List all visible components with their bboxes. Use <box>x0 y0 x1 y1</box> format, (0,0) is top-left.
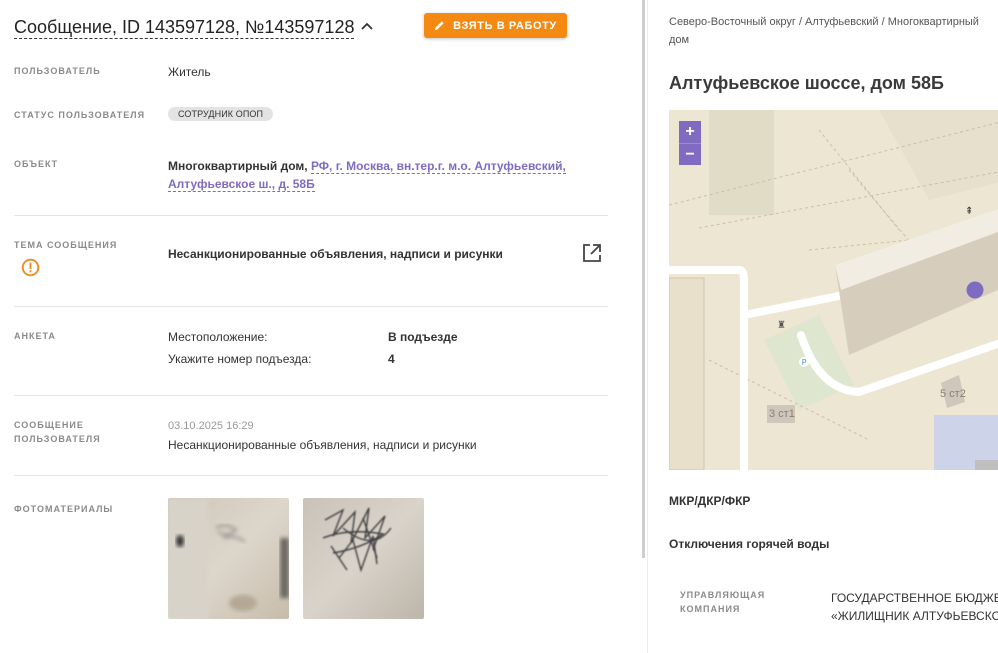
divider <box>14 395 608 396</box>
object-panel: Северо-Восточный округ / Алтуфьевский / … <box>648 0 998 653</box>
photo-thumbnail[interactable] <box>303 498 424 619</box>
zoom-in-button[interactable]: + <box>679 121 701 143</box>
object-type: Многоквартирный дом, <box>168 159 308 173</box>
warning-icon <box>21 258 40 277</box>
topic-value: Несанкционированные объявления, надписи … <box>168 247 503 261</box>
survey-answer: В подъезде <box>388 330 458 344</box>
survey-question: Укажите номер подъезда: <box>168 352 312 366</box>
status-badge: СОТРУДНИК ОПОП <box>168 107 274 121</box>
take-to-work-button[interactable]: ВЗЯТЬ В РАБОТУ <box>424 13 567 38</box>
breadcrumb[interactable]: Северо-Восточный округ / Алтуфьевский / … <box>669 13 989 49</box>
hot-water-item[interactable]: Отключения горячей воды <box>669 537 829 551</box>
photos-label: ФОТОМАТЕРИАЛЫ <box>14 504 114 514</box>
user-message-date: 03.10.2025 16:29 <box>168 420 254 432</box>
company-value-line2: «ЖИЛИЩНИК АЛТУФЬЕВСКО <box>831 609 998 623</box>
map[interactable]: ⇞ P ♜ 5 ст2 3 ст1 + − <box>669 110 998 470</box>
object-label: ОБЪЕКТ <box>14 159 59 169</box>
parking-icon: P <box>802 358 807 367</box>
divider <box>14 215 608 216</box>
survey-question: Местоположение: <box>168 330 268 344</box>
external-link-icon[interactable] <box>582 243 602 263</box>
user-message-label: СООБЩЕНИЕ ПОЛЬЗОВАТЕЛЯ <box>14 420 101 444</box>
user-value: Житель <box>168 65 211 79</box>
message-title[interactable]: Сообщение, ID 143597128, №143597128 <box>14 16 355 39</box>
photo-thumbnail[interactable] <box>168 498 289 619</box>
take-to-work-label: ВЗЯТЬ В РАБОТУ <box>453 19 557 32</box>
zoom-out-button[interactable]: − <box>679 143 701 165</box>
map-building-label: 5 ст2 <box>940 388 966 400</box>
user-message-text: Несанкционированные объявления, надписи … <box>168 438 477 452</box>
map-building-label: 3 ст1 <box>769 408 795 420</box>
company-value-line1: ГОСУДАРСТВЕННОЕ БЮДЖЕ <box>831 591 998 605</box>
divider <box>14 475 608 476</box>
panel-resize-handle[interactable] <box>642 0 645 558</box>
object-value: Многоквартирный дом, РФ, г. Москва, вн.т… <box>168 157 588 193</box>
chevron-up-icon[interactable] <box>360 20 374 34</box>
user-status-label: СТАТУС ПОЛЬЗОВАТЕЛЯ <box>14 110 146 120</box>
divider <box>14 306 608 307</box>
survey-label: АНКЕТА <box>14 331 56 341</box>
message-panel: Сообщение, ID 143597128, №143597128 ВЗЯТ… <box>0 0 640 653</box>
svg-text:♜: ♜ <box>777 320 786 331</box>
topic-label: ТЕМА СООБЩЕНИЯ <box>14 240 118 250</box>
user-label: ПОЛЬЗОВАТЕЛЬ <box>14 66 101 76</box>
svg-text:⇞: ⇞ <box>965 206 973 217</box>
pencil-icon <box>435 21 444 31</box>
address-title: Алтуфьевское шоссе, дом 58Б <box>669 73 944 93</box>
survey-answer: 4 <box>388 352 395 366</box>
mkr-item[interactable]: МКР/ДКР/ФКР <box>669 494 750 508</box>
company-label: УПРАВЛЯЮЩАЯ КОМПАНИЯ <box>680 590 766 614</box>
